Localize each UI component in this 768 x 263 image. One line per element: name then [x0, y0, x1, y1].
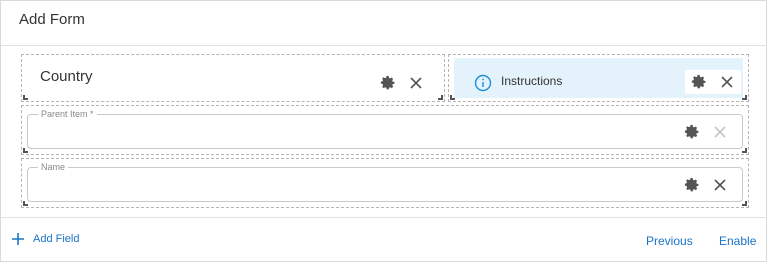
gear-icon[interactable] [684, 124, 700, 140]
add-form-dialog: Add Form Country Instructions Parent Ite… [0, 0, 767, 262]
dialog-footer: Add Field Previous Enable [1, 217, 766, 261]
gear-icon[interactable] [684, 177, 700, 193]
resize-handle-icon[interactable] [742, 148, 747, 153]
form-item-name[interactable]: Name [21, 158, 749, 208]
gear-icon[interactable] [691, 74, 707, 90]
form-item-country[interactable]: Country [21, 54, 445, 102]
resize-handle-icon[interactable] [438, 95, 443, 100]
add-field-label: Add Field [33, 233, 80, 245]
close-icon[interactable] [408, 75, 424, 91]
resize-handle-icon[interactable] [742, 201, 747, 206]
resize-handle-icon[interactable] [23, 201, 28, 206]
close-icon[interactable] [712, 177, 728, 193]
parent-item-field[interactable]: Parent Item * [27, 109, 743, 149]
resize-handle-icon[interactable] [450, 95, 455, 100]
name-label: Name [38, 162, 69, 172]
parent-item-label: Parent Item * [38, 109, 97, 119]
close-icon[interactable] [719, 74, 735, 90]
form-item-parent-item[interactable]: Parent Item * [21, 105, 749, 155]
info-icon [474, 74, 492, 92]
country-title: Country [40, 68, 93, 85]
instructions-label: Instructions [501, 74, 563, 88]
dialog-header: Add Form [1, 1, 766, 46]
resize-handle-icon[interactable] [742, 95, 747, 100]
previous-button[interactable]: Previous [646, 234, 693, 248]
gear-icon[interactable] [380, 75, 396, 91]
plus-icon [11, 232, 25, 246]
resize-handle-icon[interactable] [23, 148, 28, 153]
form-item-instructions[interactable]: Instructions [448, 54, 749, 102]
enable-button[interactable]: Enable [719, 234, 756, 248]
add-field-button[interactable]: Add Field [11, 232, 79, 246]
name-field[interactable]: Name [27, 162, 743, 202]
instructions-panel: Instructions [454, 58, 743, 98]
dialog-title: Add Form [19, 11, 85, 28]
close-icon[interactable] [712, 124, 728, 140]
resize-handle-icon[interactable] [23, 95, 28, 100]
